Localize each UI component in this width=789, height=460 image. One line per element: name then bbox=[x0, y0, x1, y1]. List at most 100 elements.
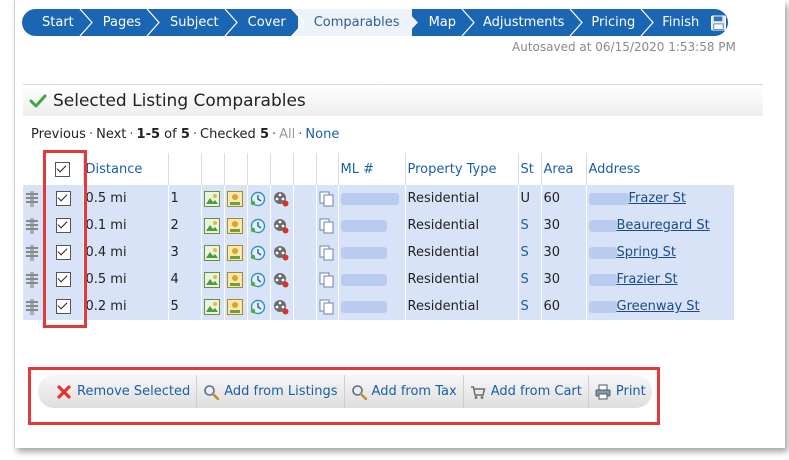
wizard-step-adjustments[interactable]: Adjustments bbox=[468, 9, 584, 36]
media-cell[interactable] bbox=[270, 239, 294, 266]
image-icon[interactable] bbox=[226, 217, 243, 234]
drag-handle-cell[interactable] bbox=[23, 212, 44, 239]
copy-cell[interactable] bbox=[316, 212, 339, 239]
film-reel-icon[interactable] bbox=[273, 218, 289, 234]
copy-cell[interactable] bbox=[316, 293, 339, 320]
film-reel-icon[interactable] bbox=[273, 245, 289, 261]
media-cell[interactable] bbox=[270, 185, 294, 212]
table-row[interactable]: 0.2 mi 5 Residential S 60 Greenway St bbox=[23, 293, 735, 320]
image-cell[interactable] bbox=[224, 185, 248, 212]
header-ml[interactable]: ML # bbox=[338, 153, 406, 185]
ml-number-cell bbox=[338, 293, 406, 320]
copy-cell[interactable] bbox=[316, 185, 339, 212]
toolbar-highlight bbox=[28, 367, 660, 425]
history-cell[interactable] bbox=[247, 239, 271, 266]
copy-icon[interactable] bbox=[319, 299, 335, 315]
address-link[interactable]: Greenway St bbox=[617, 299, 700, 314]
drag-handle-icon[interactable] bbox=[25, 271, 39, 288]
wizard-step-finish[interactable]: Finish bbox=[647, 9, 711, 36]
table-row[interactable]: 0.5 mi 1 Residential U 60 Frazer St bbox=[23, 185, 735, 212]
wizard-step-cover[interactable]: Cover bbox=[231, 9, 305, 36]
copy-icon[interactable] bbox=[319, 245, 335, 261]
media-cell[interactable] bbox=[270, 293, 294, 320]
pager: Previous · Next · 1-5 of 5 · Checked 5 · All · Non… bbox=[31, 127, 340, 142]
copy-icon[interactable] bbox=[319, 218, 335, 234]
wizard-step-comparables[interactable]: Comparables bbox=[297, 9, 418, 36]
history-clock-icon[interactable] bbox=[250, 245, 266, 261]
history-clock-icon[interactable] bbox=[250, 299, 266, 315]
history-clock-icon[interactable] bbox=[250, 272, 266, 288]
address-cell[interactable]: Beauregard St bbox=[586, 212, 735, 239]
wizard-step-pages[interactable]: Pages bbox=[86, 9, 160, 36]
image-icon[interactable] bbox=[226, 298, 243, 315]
drag-handle-icon[interactable] bbox=[25, 244, 39, 261]
history-clock-icon[interactable] bbox=[250, 191, 266, 207]
address-cell[interactable]: Greenway St bbox=[586, 293, 735, 320]
history-clock-icon[interactable] bbox=[250, 218, 266, 234]
drag-handle-cell[interactable] bbox=[23, 266, 44, 293]
header-st[interactable]: St bbox=[518, 153, 542, 185]
photo-icon[interactable] bbox=[203, 271, 220, 288]
history-cell[interactable] bbox=[247, 212, 271, 239]
address-cell[interactable]: Frazer St bbox=[586, 185, 735, 212]
image-icon[interactable] bbox=[226, 190, 243, 207]
table-row[interactable]: 0.1 mi 2 Residential S 30 Beauregard St bbox=[23, 212, 735, 239]
image-icon[interactable] bbox=[226, 271, 243, 288]
redacted-ml-number bbox=[340, 219, 387, 232]
history-cell[interactable] bbox=[247, 266, 271, 293]
history-cell[interactable] bbox=[247, 185, 271, 212]
header-distance[interactable]: Distance bbox=[83, 153, 169, 185]
image-cell[interactable] bbox=[224, 266, 248, 293]
photo-cell[interactable] bbox=[201, 239, 225, 266]
photo-icon[interactable] bbox=[203, 217, 220, 234]
photo-icon[interactable] bbox=[203, 298, 220, 315]
copy-cell[interactable] bbox=[316, 266, 339, 293]
image-icon[interactable] bbox=[226, 244, 243, 261]
photo-cell[interactable] bbox=[201, 293, 225, 320]
drag-handle-cell[interactable] bbox=[23, 293, 44, 320]
photo-cell[interactable] bbox=[201, 266, 225, 293]
redacted-street-number bbox=[588, 300, 617, 313]
address-cell[interactable]: Frazier St bbox=[586, 266, 735, 293]
copy-icon[interactable] bbox=[319, 191, 335, 207]
wizard-step-map[interactable]: Map bbox=[412, 9, 475, 36]
address-link[interactable]: Frazer St bbox=[629, 191, 687, 206]
drag-handle-cell[interactable] bbox=[23, 239, 44, 266]
address-link[interactable]: Frazier St bbox=[617, 272, 678, 287]
photo-icon[interactable] bbox=[203, 190, 220, 207]
address-cell[interactable]: Spring St bbox=[586, 239, 735, 266]
wizard-step-start[interactable]: Start bbox=[22, 9, 93, 36]
wizard-step-pricing[interactable]: Pricing bbox=[576, 9, 655, 36]
media-cell[interactable] bbox=[270, 212, 294, 239]
address-link[interactable]: Beauregard St bbox=[617, 218, 710, 233]
drag-handle-cell[interactable] bbox=[23, 185, 44, 212]
history-cell[interactable] bbox=[247, 293, 271, 320]
film-reel-icon[interactable] bbox=[273, 299, 289, 315]
image-cell[interactable] bbox=[224, 293, 248, 320]
photo-cell[interactable] bbox=[201, 212, 225, 239]
pager-previous[interactable]: Previous bbox=[31, 127, 86, 142]
table-row[interactable]: 0.4 mi 3 Residential S 30 Spring St bbox=[23, 239, 735, 266]
drag-handle-icon[interactable] bbox=[25, 190, 39, 207]
save-icon[interactable] bbox=[711, 15, 727, 31]
pager-next[interactable]: Next bbox=[96, 127, 126, 142]
header-photo bbox=[201, 153, 225, 185]
image-cell[interactable] bbox=[224, 239, 248, 266]
table-row[interactable]: 0.5 mi 4 Residential S 30 Frazier St bbox=[23, 266, 735, 293]
copy-icon[interactable] bbox=[319, 272, 335, 288]
film-reel-icon[interactable] bbox=[273, 191, 289, 207]
media-cell[interactable] bbox=[270, 266, 294, 293]
header-address[interactable]: Address bbox=[586, 153, 735, 185]
address-link[interactable]: Spring St bbox=[617, 245, 676, 260]
drag-handle-icon[interactable] bbox=[25, 217, 39, 234]
film-reel-icon[interactable] bbox=[273, 272, 289, 288]
image-cell[interactable] bbox=[224, 212, 248, 239]
header-property-type[interactable]: Property Type bbox=[405, 153, 519, 185]
copy-cell[interactable] bbox=[316, 239, 339, 266]
pager-none[interactable]: None bbox=[305, 127, 339, 142]
wizard-step-subject[interactable]: Subject bbox=[153, 9, 238, 36]
drag-handle-icon[interactable] bbox=[25, 298, 39, 315]
header-area[interactable]: Area bbox=[541, 153, 587, 185]
photo-cell[interactable] bbox=[201, 185, 225, 212]
photo-icon[interactable] bbox=[203, 244, 220, 261]
